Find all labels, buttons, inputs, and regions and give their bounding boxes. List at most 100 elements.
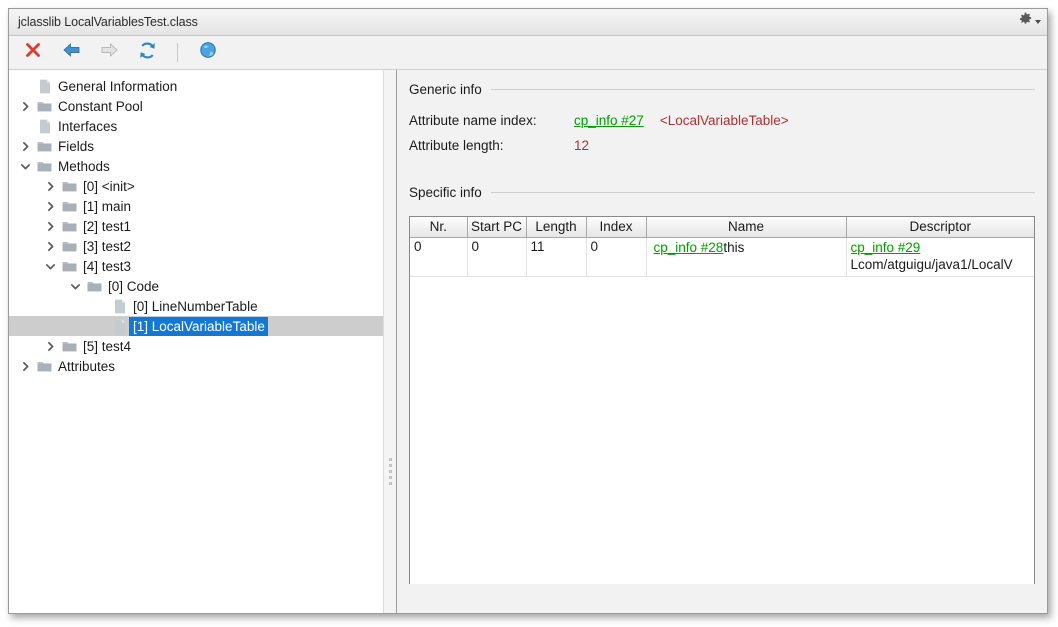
folder-icon: [35, 160, 54, 173]
close-class-button[interactable]: [21, 41, 45, 65]
cell-descriptor[interactable]: cp_info #29 Lcom/atguigu/java1/LocalV: [846, 237, 1034, 277]
chevron-right-icon[interactable]: [40, 181, 60, 192]
folder-icon: [35, 100, 54, 113]
generic-info-header: Generic info: [409, 82, 1035, 97]
cell-index: 0: [586, 237, 647, 277]
tree-node-label: Interfaces: [58, 118, 118, 134]
cell-nr: 0: [410, 237, 468, 277]
cell-name[interactable]: cp_info #28this: [646, 237, 847, 277]
column-header-1[interactable]: Start PC: [467, 217, 527, 238]
tree-node-14[interactable]: Attributes: [9, 356, 383, 376]
table-row[interactable]: 0 0 11 0 cp_info #28this cp_info #29 Lcom/atgu…: [410, 237, 1034, 277]
tree-node-6[interactable]: [1] main: [9, 196, 383, 216]
back-button[interactable]: [59, 41, 83, 65]
tree-node-0[interactable]: General Information: [9, 76, 383, 96]
arrow-left-icon: [61, 41, 82, 64]
cell-name-link[interactable]: cp_info #28: [654, 240, 724, 255]
file-icon: [35, 79, 54, 94]
chevron-right-icon[interactable]: [15, 361, 35, 372]
column-header-0[interactable]: Nr.: [410, 217, 468, 238]
specific-info-title: Specific info: [409, 185, 482, 200]
chevron-down-icon[interactable]: [40, 261, 60, 272]
cell-descriptor-value: Lcom/atguigu/java1/LocalV: [850, 256, 1013, 272]
chevron-right-icon[interactable]: [15, 101, 35, 112]
attribute-name-index-link[interactable]: cp_info #27: [574, 113, 644, 128]
tree-node-label: Fields: [58, 138, 95, 154]
tree-node-label: [2] test1: [83, 218, 132, 234]
window-title: jclasslib LocalVariablesTest.class: [18, 15, 198, 29]
specific-info-rule: [490, 192, 1035, 193]
tree-node-label: General Information: [58, 78, 178, 94]
column-header-5[interactable]: Descriptor: [846, 217, 1034, 238]
tree-node-2[interactable]: Interfaces: [9, 116, 383, 136]
tree-node-1[interactable]: Constant Pool: [9, 96, 383, 116]
tree-node-12[interactable]: [1] LocalVariableTable: [9, 316, 383, 336]
folder-icon: [60, 180, 79, 193]
class-structure-tree[interactable]: General Information Constant Pool Interfac…: [9, 70, 383, 613]
chevron-right-icon[interactable]: [40, 221, 60, 232]
tree-node-label: [0] <init>: [83, 178, 135, 194]
table-header-row: Nr. Start PC Length Index Name Descriptor: [410, 217, 1034, 238]
generic-info-title: Generic info: [409, 82, 482, 97]
cell-descriptor-link[interactable]: cp_info #29: [851, 239, 1031, 256]
chevron-down-icon[interactable]: [65, 281, 85, 292]
tree-node-label: [5] test4: [83, 338, 132, 354]
cell-name-value: this: [723, 239, 745, 255]
chevron-right-icon[interactable]: [40, 201, 60, 212]
local-variable-table[interactable]: Nr. Start PC Length Index Name Descriptor 001…: [410, 217, 1034, 277]
forward-button[interactable]: [97, 41, 121, 65]
chevron-down-icon[interactable]: [15, 161, 35, 172]
tree-node-label: [1] main: [83, 198, 132, 214]
chevron-right-icon[interactable]: [15, 141, 35, 152]
column-header-4[interactable]: Name: [646, 217, 847, 238]
chevron-right-icon[interactable]: [40, 341, 60, 352]
attribute-length-value: 12: [574, 138, 590, 153]
tree-node-3[interactable]: Fields: [9, 136, 383, 156]
folder-icon: [35, 360, 54, 373]
app-window-root: jclasslib LocalVariablesTest.class Gener…: [0, 0, 1058, 627]
settings-menu-button[interactable]: [1018, 12, 1041, 32]
globe-icon: [199, 41, 217, 64]
cell-length: 11: [526, 237, 587, 277]
tree-node-5[interactable]: [0] <init>: [9, 176, 383, 196]
splitter-grip-icon: [389, 458, 393, 488]
folder-icon: [60, 260, 79, 273]
jclasslib-window: jclasslib LocalVariablesTest.class Gener…: [8, 8, 1048, 614]
folder-icon: [85, 280, 104, 293]
tree-node-10[interactable]: [0] Code: [9, 276, 383, 296]
tree-node-11[interactable]: [0] LineNumberTable: [9, 296, 383, 316]
pane-splitter[interactable]: [383, 70, 397, 613]
cell-start-pc: 0: [467, 237, 527, 277]
toolbar-separator: [177, 43, 178, 62]
column-header-3[interactable]: Index: [586, 217, 647, 238]
specific-info-header: Specific info: [409, 185, 1035, 200]
main-toolbar: [9, 36, 1047, 70]
folder-icon: [60, 340, 79, 353]
reload-button[interactable]: [135, 41, 159, 65]
tree-node-label: Methods: [58, 158, 110, 174]
file-icon: [110, 299, 129, 314]
tree-node-4[interactable]: Methods: [9, 156, 383, 176]
tree-node-9[interactable]: [4] test3: [9, 256, 383, 276]
tree-node-label: Attributes: [58, 358, 116, 374]
tree-node-label: [0] Code: [108, 278, 160, 294]
tree-node-7[interactable]: [2] test1: [9, 216, 383, 236]
browse-button[interactable]: [196, 41, 220, 65]
chevron-right-icon[interactable]: [40, 241, 60, 252]
arrow-right-icon: [99, 41, 120, 64]
title-bar: jclasslib LocalVariablesTest.class: [9, 9, 1047, 36]
tree-node-label: [0] LineNumberTable: [133, 298, 258, 314]
tree-node-label: [1] LocalVariableTable: [129, 316, 268, 336]
chevron-down-icon: [1035, 20, 1041, 24]
folder-icon: [60, 240, 79, 253]
file-icon: [110, 319, 129, 334]
table-body: 0 0 11 0 cp_info #28this cp_info #29 Lcom/atgu…: [410, 237, 1034, 277]
table-header: Nr. Start PC Length Index Name Descriptor: [410, 217, 1034, 238]
title-bar-actions: [1018, 9, 1041, 35]
attribute-name-index-value: <LocalVariableTable>: [659, 113, 789, 128]
attribute-length-label: Attribute length:: [409, 138, 504, 153]
column-header-2[interactable]: Length: [526, 217, 587, 238]
tree-node-8[interactable]: [3] test2: [9, 236, 383, 256]
tree-node-13[interactable]: [5] test4: [9, 336, 383, 356]
local-variable-table-wrap: Nr. Start PC Length Index Name Descriptor 001…: [409, 216, 1035, 584]
